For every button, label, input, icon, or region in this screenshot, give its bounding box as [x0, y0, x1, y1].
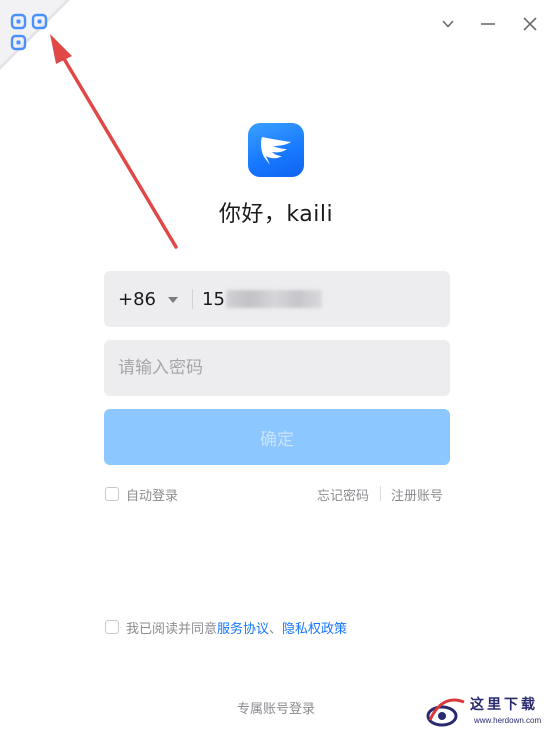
auto-login-label: 自动登录 — [126, 489, 179, 504]
register-account-link[interactable]: 注册账号 — [391, 485, 443, 504]
watermark-url: www.herdown.com — [474, 716, 542, 725]
phone-number-redaction — [226, 290, 322, 308]
forgot-password-link[interactable]: 忘记密码 — [317, 485, 369, 504]
agreement-checkbox[interactable] — [105, 620, 119, 634]
field-divider — [192, 289, 193, 309]
collapse-button[interactable] — [436, 12, 460, 36]
greeting-text: 你好，kaili — [218, 202, 334, 227]
agreement-separator: 、 — [269, 622, 283, 637]
country-code-selector[interactable]: +86 — [118, 271, 178, 327]
minimize-button[interactable] — [476, 12, 500, 36]
agreement-text: 我已阅读并同意服务协议、隐私权政策 — [126, 618, 347, 637]
app-logo — [248, 123, 304, 177]
caret-down-icon — [168, 297, 178, 303]
close-icon — [523, 17, 537, 31]
close-button[interactable] — [518, 12, 542, 36]
agreement-prefix: 我已阅读并同意 — [126, 622, 218, 637]
chevron-down-icon — [442, 20, 454, 28]
password-input[interactable] — [118, 340, 438, 396]
feather-wing-logo — [260, 137, 291, 165]
auto-login-checkbox[interactable] — [105, 487, 119, 501]
country-code-value: +86 — [118, 288, 156, 310]
link-divider — [380, 486, 381, 501]
confirm-button[interactable]: 确定 — [104, 409, 450, 465]
qr-login-toggle[interactable] — [0, 0, 70, 70]
minimize-icon — [481, 23, 495, 25]
service-agreement-link[interactable]: 服务协议 — [217, 622, 269, 637]
privacy-policy-link[interactable]: 隐私权政策 — [282, 622, 347, 637]
password-field — [104, 340, 450, 396]
watermark-title: 这里下载 — [470, 697, 538, 713]
phone-field: +86 — [104, 271, 450, 327]
